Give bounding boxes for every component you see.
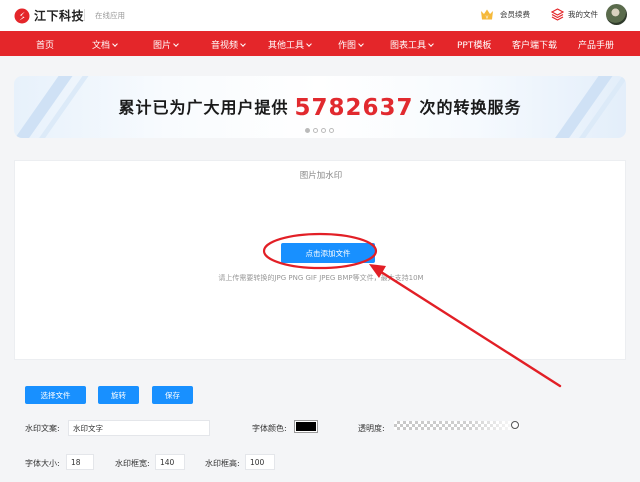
nav-item-home[interactable]: 首页 bbox=[36, 38, 54, 51]
user-avatar[interactable] bbox=[606, 4, 627, 25]
carousel-dot[interactable] bbox=[313, 128, 318, 133]
nav-label: 首页 bbox=[36, 41, 55, 51]
chevron-down-icon bbox=[358, 41, 364, 47]
upload-hint: 请上传需要转换的JPG PNG GIF JPEG BMP等文件，最大支持10M bbox=[218, 274, 424, 282]
site-logo[interactable]: 江下科技 bbox=[14, 7, 84, 24]
slider-handle[interactable] bbox=[511, 421, 519, 429]
tagline: 在线应用 bbox=[95, 11, 125, 20]
nav-item-other-tools[interactable]: 其他工具 bbox=[268, 38, 312, 51]
nav-label: 图表工具 bbox=[390, 41, 427, 51]
nav-item-client-download[interactable]: 客户端下载 bbox=[512, 38, 557, 51]
logo-mark-icon bbox=[14, 8, 30, 23]
nav-label: 图片 bbox=[153, 41, 172, 51]
carousel-dot[interactable] bbox=[329, 128, 334, 133]
chevron-down-icon bbox=[240, 41, 246, 47]
opacity-slider[interactable] bbox=[394, 421, 520, 430]
stats-banner: 累计已为广大用户提供 5782637 次的转换服务 bbox=[14, 76, 626, 138]
layers-icon bbox=[551, 8, 564, 21]
nav-item-audio-video[interactable]: 音视频 bbox=[211, 38, 246, 51]
main-nav: 首页 文档 图片 音视频 其他工具 作图 图表工具 PPT模板 客户端下载 产品… bbox=[0, 31, 640, 56]
chevron-down-icon bbox=[112, 41, 118, 47]
nav-label: 文档 bbox=[92, 41, 111, 51]
carousel-dot[interactable] bbox=[305, 128, 310, 133]
banner-suffix: 次的转换服务 bbox=[419, 98, 522, 117]
nav-label: PPT模板 bbox=[457, 41, 492, 51]
nav-label: 客户端下载 bbox=[512, 41, 558, 51]
vip-crown-icon: v bbox=[481, 9, 493, 21]
nav-item-ppt-templates[interactable]: PPT模板 bbox=[457, 38, 491, 51]
my-files-link[interactable]: 我的文件 bbox=[551, 8, 598, 21]
save-button[interactable]: 保存 bbox=[152, 386, 193, 404]
top-bar: 江下科技 在线应用 v 会员续费 我的文件 bbox=[0, 0, 640, 31]
opacity-label: 透明度: bbox=[358, 424, 385, 433]
banner-prefix: 累计已为广大用户提供 bbox=[118, 98, 289, 117]
nav-item-chart-tools[interactable]: 图表工具 bbox=[390, 38, 434, 51]
watermark-text-label: 水印文案: bbox=[25, 424, 60, 433]
nav-label: 音视频 bbox=[211, 41, 239, 51]
chevron-down-icon bbox=[428, 41, 434, 47]
carousel-dots bbox=[305, 128, 334, 133]
banner-headline: 累计已为广大用户提供 5782637 次的转换服务 bbox=[14, 94, 626, 121]
font-color-label: 字体颜色: bbox=[252, 424, 287, 433]
box-width-label: 水印框宽: bbox=[115, 459, 150, 468]
upload-panel: 图片加水印 点击添加文件 请上传需要转换的JPG PNG GIF JPEG BM… bbox=[14, 160, 626, 360]
add-file-button[interactable]: 点击添加文件 bbox=[281, 243, 375, 263]
box-width-input[interactable] bbox=[155, 454, 185, 470]
box-height-input[interactable] bbox=[245, 454, 275, 470]
vip-renew-label: 会员续费 bbox=[500, 10, 530, 19]
font-size-label: 字体大小: bbox=[25, 459, 60, 468]
rotate-button[interactable]: 旋转 bbox=[98, 386, 139, 404]
nav-item-images[interactable]: 图片 bbox=[153, 38, 179, 51]
carousel-dot[interactable] bbox=[321, 128, 326, 133]
panel-title: 图片加水印 bbox=[299, 171, 343, 181]
nav-label: 产品手册 bbox=[578, 41, 615, 51]
watermark-text-input[interactable] bbox=[68, 420, 210, 436]
font-color-picker[interactable] bbox=[294, 420, 318, 433]
chevron-down-icon bbox=[173, 41, 179, 47]
nav-item-product-manual[interactable]: 产品手册 bbox=[578, 38, 614, 51]
color-swatch bbox=[296, 422, 316, 431]
my-files-label: 我的文件 bbox=[568, 10, 598, 19]
nav-label: 其他工具 bbox=[268, 41, 305, 51]
logo-text: 江下科技 bbox=[34, 9, 85, 23]
box-height-label: 水印框高: bbox=[205, 459, 240, 468]
svg-text:v: v bbox=[486, 15, 489, 21]
nav-label: 作图 bbox=[338, 41, 357, 51]
font-size-input[interactable] bbox=[66, 454, 94, 470]
logo-divider bbox=[84, 9, 85, 21]
select-file-button[interactable]: 选择文件 bbox=[25, 386, 86, 404]
nav-item-drawing[interactable]: 作图 bbox=[338, 38, 364, 51]
chevron-down-icon bbox=[306, 41, 312, 47]
nav-item-documents[interactable]: 文档 bbox=[92, 38, 118, 51]
conversion-count: 5782637 bbox=[294, 95, 414, 121]
vip-renew-link[interactable]: v 会员续费 bbox=[480, 8, 530, 21]
